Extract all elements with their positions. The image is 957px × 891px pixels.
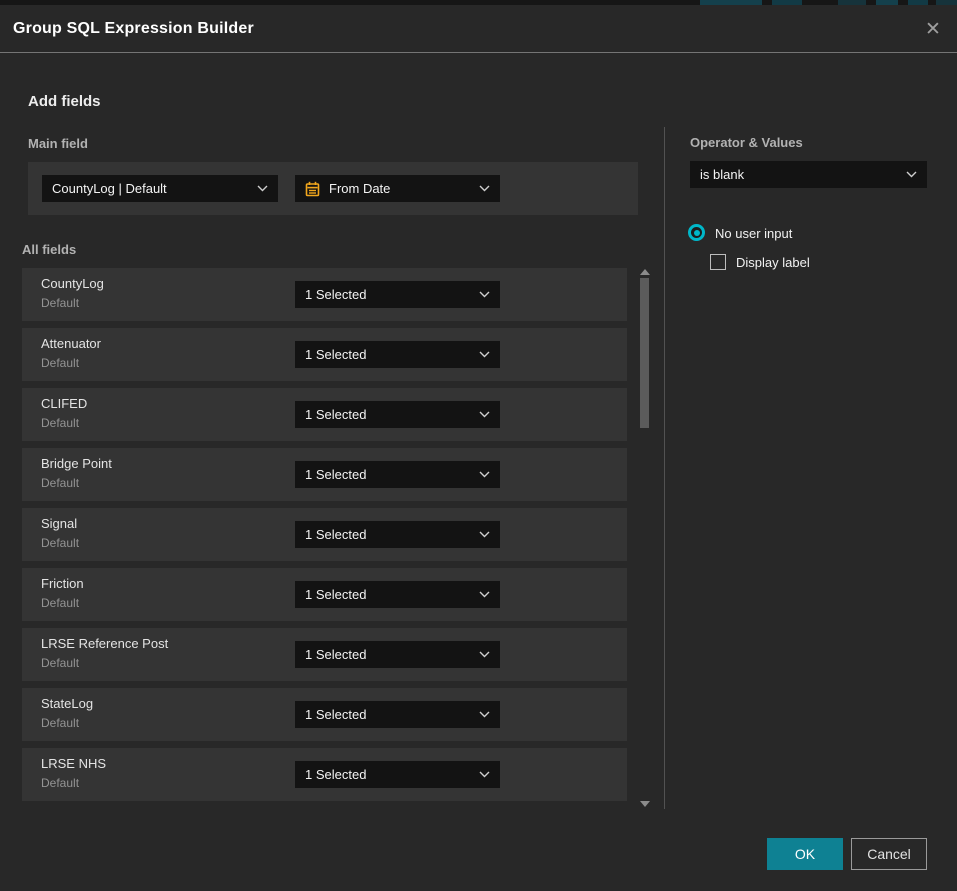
field-subtitle: Default <box>41 416 79 430</box>
field-selected-dropdown[interactable]: 1 Selected <box>295 281 500 308</box>
operator-dropdown-value: is blank <box>700 167 898 182</box>
field-name: CLIFED <box>41 396 87 411</box>
field-name: Friction <box>41 576 84 591</box>
field-selected-value: 1 Selected <box>305 527 471 542</box>
radio-selected-dot <box>694 230 700 236</box>
chevron-down-icon <box>479 351 490 358</box>
field-subtitle: Default <box>41 356 79 370</box>
chevron-down-icon <box>479 591 490 598</box>
field-name: Signal <box>41 516 77 531</box>
field-selected-value: 1 Selected <box>305 647 471 662</box>
panel-divider <box>664 127 665 809</box>
field-selected-dropdown[interactable]: 1 Selected <box>295 401 500 428</box>
cancel-button[interactable]: Cancel <box>851 838 927 870</box>
field-selected-value: 1 Selected <box>305 287 471 302</box>
group-sql-expression-builder-dialog: Group SQL Expression Builder ✕ Add field… <box>0 5 957 891</box>
field-list-item: LRSE Reference Post Default 1 Selected <box>22 628 627 681</box>
display-label-checkbox[interactable] <box>710 254 726 270</box>
field-dropdown-value: From Date <box>329 181 471 196</box>
scroll-down-arrow-icon[interactable] <box>640 801 650 807</box>
display-label-label: Display label <box>736 255 810 270</box>
field-subtitle: Default <box>41 656 79 670</box>
field-subtitle: Default <box>41 536 79 550</box>
field-selected-dropdown[interactable]: 1 Selected <box>295 341 500 368</box>
field-selected-dropdown[interactable]: 1 Selected <box>295 641 500 668</box>
calendar-date-icon <box>305 181 320 197</box>
all-fields-list: CountyLog Default 1 Selected Attenuator … <box>22 268 627 808</box>
main-field-field-dropdown[interactable]: From Date <box>295 175 500 202</box>
chevron-down-icon <box>479 771 490 778</box>
field-name: StateLog <box>41 696 93 711</box>
field-list-item: Signal Default 1 Selected <box>22 508 627 561</box>
main-field-panel: CountyLog | Default From Date <box>28 162 638 215</box>
field-name: CountyLog <box>41 276 104 291</box>
chevron-down-icon <box>479 651 490 658</box>
field-list-item: StateLog Default 1 Selected <box>22 688 627 741</box>
field-list-item: CountyLog Default 1 Selected <box>22 268 627 321</box>
no-user-input-radio[interactable] <box>688 224 705 241</box>
close-icon[interactable]: ✕ <box>921 17 945 41</box>
field-list-item: Friction Default 1 Selected <box>22 568 627 621</box>
field-subtitle: Default <box>41 596 79 610</box>
field-list-item: LRSE NHS Default 1 Selected <box>22 748 627 801</box>
chevron-down-icon <box>479 411 490 418</box>
chevron-down-icon <box>479 711 490 718</box>
main-field-label: Main field <box>28 136 88 151</box>
main-field-layer-dropdown[interactable]: CountyLog | Default <box>42 175 278 202</box>
chevron-down-icon <box>479 291 490 298</box>
field-list-item: CLIFED Default 1 Selected <box>22 388 627 441</box>
chevron-down-icon <box>479 185 490 192</box>
field-subtitle: Default <box>41 296 79 310</box>
dialog-title: Group SQL Expression Builder <box>13 20 254 38</box>
field-selected-dropdown[interactable]: 1 Selected <box>295 701 500 728</box>
chevron-down-icon <box>479 531 490 538</box>
field-subtitle: Default <box>41 776 79 790</box>
field-name: LRSE Reference Post <box>41 636 168 651</box>
no-user-input-label: No user input <box>715 226 792 241</box>
operator-dropdown[interactable]: is blank <box>690 161 927 188</box>
field-selected-value: 1 Selected <box>305 587 471 602</box>
add-fields-heading: Add fields <box>28 93 101 110</box>
field-selected-dropdown[interactable]: 1 Selected <box>295 581 500 608</box>
operator-values-heading: Operator & Values <box>690 135 803 150</box>
fields-scrollbar[interactable] <box>639 265 651 811</box>
field-name: LRSE NHS <box>41 756 106 771</box>
chevron-down-icon <box>479 471 490 478</box>
field-subtitle: Default <box>41 716 79 730</box>
chevron-down-icon <box>257 185 268 192</box>
field-selected-value: 1 Selected <box>305 407 471 422</box>
scrollbar-thumb[interactable] <box>640 278 649 428</box>
all-fields-label: All fields <box>22 242 76 257</box>
layer-dropdown-value: CountyLog | Default <box>52 181 249 196</box>
field-selected-dropdown[interactable]: 1 Selected <box>295 521 500 548</box>
field-name: Attenuator <box>41 336 101 351</box>
dialog-titlebar: Group SQL Expression Builder ✕ <box>0 5 957 53</box>
field-selected-dropdown[interactable]: 1 Selected <box>295 761 500 788</box>
field-name: Bridge Point <box>41 456 112 471</box>
field-selected-value: 1 Selected <box>305 467 471 482</box>
scroll-up-arrow-icon[interactable] <box>640 269 650 275</box>
field-selected-dropdown[interactable]: 1 Selected <box>295 461 500 488</box>
ok-button[interactable]: OK <box>767 838 843 870</box>
field-selected-value: 1 Selected <box>305 347 471 362</box>
field-subtitle: Default <box>41 476 79 490</box>
field-list-item: Attenuator Default 1 Selected <box>22 328 627 381</box>
field-selected-value: 1 Selected <box>305 767 471 782</box>
field-selected-value: 1 Selected <box>305 707 471 722</box>
field-list-item: Bridge Point Default 1 Selected <box>22 448 627 501</box>
chevron-down-icon <box>906 171 917 178</box>
